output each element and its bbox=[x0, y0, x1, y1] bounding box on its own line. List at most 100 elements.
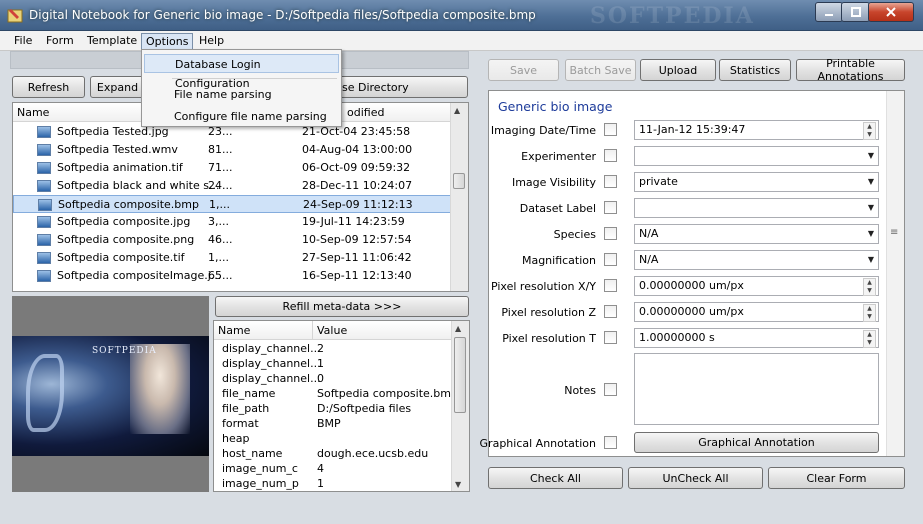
notes-label: Notes bbox=[564, 384, 596, 397]
file-row[interactable]: Softpedia composite.jpg 3,... 19-Jul-11 14… bbox=[13, 213, 453, 231]
pixel-resolution-xy-label: Pixel resolution X/Y bbox=[490, 280, 596, 293]
metadata-row[interactable]: display_channel... 0 bbox=[214, 371, 454, 386]
notes-textarea[interactable] bbox=[634, 353, 879, 425]
file-row[interactable]: Softpedia composite.png 46... 10-Sep-09 12… bbox=[13, 231, 453, 249]
refresh-button[interactable]: Refresh bbox=[12, 76, 85, 98]
uncheck-all-button[interactable]: UnCheck All bbox=[628, 467, 763, 489]
save-button[interactable]: Save bbox=[488, 59, 559, 81]
file-modified: 06-Oct-09 09:59:32 bbox=[302, 161, 411, 174]
form-scrollbar[interactable]: ≡ bbox=[886, 91, 904, 456]
meta-header-value[interactable]: Value bbox=[313, 321, 454, 340]
file-name: Softpedia composite.png bbox=[57, 233, 195, 246]
check-all-button[interactable]: Check All bbox=[488, 467, 623, 489]
maximize-button[interactable] bbox=[841, 2, 870, 22]
pixel-resolution-t-input[interactable]: 1.00000000 s bbox=[634, 328, 879, 348]
file-modified: 27-Sep-11 11:06:42 bbox=[302, 251, 412, 264]
file-size: 65... bbox=[208, 269, 233, 282]
metadata-key: format bbox=[222, 417, 259, 430]
file-row[interactable]: Softpedia composite.tif 1,... 27-Sep-11 11… bbox=[13, 249, 453, 267]
file-row[interactable]: Softpedia composite.bmp 1,... 24-Sep-09 11… bbox=[13, 195, 453, 213]
metadata-row[interactable]: heap bbox=[214, 431, 454, 446]
imaging-datetime-input[interactable]: 11-Jan-12 15:39:47 bbox=[634, 120, 879, 140]
file-list-scrollbar[interactable]: ▲ bbox=[450, 103, 468, 291]
printable-annotations-button[interactable]: Printable Annotations bbox=[796, 57, 905, 83]
scroll-thumb[interactable] bbox=[453, 173, 465, 189]
graphical-annotation-button[interactable]: Graphical Annotation bbox=[634, 432, 879, 453]
maximize-icon bbox=[850, 7, 861, 17]
image-file-icon bbox=[37, 144, 51, 156]
watermark: SOFTPEDIA bbox=[590, 3, 755, 29]
magnification-select[interactable]: N/A bbox=[634, 250, 879, 270]
scroll-down-icon[interactable]: ▼ bbox=[455, 480, 461, 489]
metadata-scrollbar[interactable]: ▲ ▼ bbox=[451, 321, 469, 491]
metadata-value: 1 bbox=[317, 357, 324, 370]
scroll-grip-icon[interactable]: ≡ bbox=[890, 227, 898, 238]
metadata-row[interactable]: image_num_p 1 bbox=[214, 476, 454, 491]
pixel-resolution-z-input[interactable]: 0.00000000 um/px bbox=[634, 302, 879, 322]
pixel-resolution-xy-input[interactable]: 0.00000000 um/px bbox=[634, 276, 879, 296]
dataset-label-checkbox[interactable] bbox=[604, 201, 617, 214]
scroll-thumb[interactable] bbox=[454, 337, 466, 413]
menu-item-file-name-parsing[interactable]: File name parsing bbox=[144, 85, 339, 104]
image-file-icon bbox=[38, 199, 52, 211]
species-select[interactable]: N/A bbox=[634, 224, 879, 244]
notes-checkbox[interactable] bbox=[604, 383, 617, 396]
species-label: Species bbox=[553, 228, 596, 241]
clear-form-button[interactable]: Clear Form bbox=[768, 467, 905, 489]
dataset-label-select[interactable] bbox=[634, 198, 879, 218]
image-visibility-checkbox[interactable] bbox=[604, 175, 617, 188]
file-row[interactable]: Softpedia black and white s... 24... 28-De… bbox=[13, 177, 453, 195]
menu-form[interactable]: Form bbox=[42, 33, 78, 49]
species-checkbox[interactable] bbox=[604, 227, 617, 240]
image-preview: SOFTPEDIA bbox=[12, 296, 209, 492]
file-modified: 16-Sep-11 12:13:40 bbox=[302, 269, 412, 282]
metadata-row[interactable]: image_num_c 4 bbox=[214, 461, 454, 476]
meta-header-name[interactable]: Name bbox=[214, 321, 313, 340]
metadata-key: display_channel... bbox=[222, 342, 321, 355]
scroll-up-icon[interactable]: ▲ bbox=[455, 324, 461, 333]
experimenter-select[interactable] bbox=[634, 146, 879, 166]
image-file-icon bbox=[37, 180, 51, 192]
metadata-row[interactable]: host_name dough.ece.ucsb.edu bbox=[214, 446, 454, 461]
metadata-value: Softpedia composite.bmp bbox=[317, 387, 458, 400]
statistics-button[interactable]: Statistics bbox=[719, 59, 791, 81]
pixel-resolution-xy-checkbox[interactable] bbox=[604, 279, 617, 292]
metadata-value: dough.ece.ucsb.edu bbox=[317, 447, 429, 460]
pixel-resolution-t-checkbox[interactable] bbox=[604, 331, 617, 344]
magnification-checkbox[interactable] bbox=[604, 253, 617, 266]
menu-item-database-login[interactable]: Database Login Configuration bbox=[144, 54, 339, 90]
close-button[interactable] bbox=[868, 2, 914, 22]
file-row[interactable]: Softpedia animation.tif 71... 06-Oct-09 09… bbox=[13, 159, 453, 177]
image-file-icon bbox=[37, 234, 51, 246]
imaging-datetime-checkbox[interactable] bbox=[604, 123, 617, 136]
graphical-annotation-checkbox[interactable] bbox=[604, 436, 617, 449]
file-row[interactable]: Softpedia compositeImage.j... 65... 16-Sep… bbox=[13, 267, 453, 285]
metadata-row[interactable]: display_channel... 2 bbox=[214, 341, 454, 356]
batch-save-button[interactable]: Batch Save bbox=[565, 59, 636, 81]
experimenter-checkbox[interactable] bbox=[604, 149, 617, 162]
minimize-button[interactable] bbox=[815, 2, 843, 22]
menu-item-configure-parsing[interactable]: Configure file name parsing bbox=[144, 107, 339, 126]
menu-template[interactable]: Template bbox=[83, 33, 141, 49]
file-modified: 10-Sep-09 12:57:54 bbox=[302, 233, 412, 246]
metadata-row[interactable]: file_name Softpedia composite.bmp bbox=[214, 386, 458, 401]
scroll-up-icon[interactable]: ▲ bbox=[454, 106, 460, 115]
metadata-row[interactable]: file_path D:/Softpedia files bbox=[214, 401, 454, 416]
preview-image: SOFTPEDIA bbox=[12, 336, 209, 456]
file-row[interactable]: Softpedia Tested.wmv 81... 04-Aug-04 13:00… bbox=[13, 141, 453, 159]
file-size: 24... bbox=[208, 179, 233, 192]
metadata-row[interactable]: display_channel... 1 bbox=[214, 356, 454, 371]
menu-help[interactable]: Help bbox=[195, 33, 228, 49]
expand-button[interactable]: Expand bbox=[90, 76, 145, 98]
form-title: Generic bio image bbox=[498, 99, 613, 114]
metadata-key: display_channel... bbox=[222, 372, 321, 385]
metadata-value: 0 bbox=[317, 372, 324, 385]
file-size: 46... bbox=[208, 233, 233, 246]
file-name: Softpedia animation.tif bbox=[57, 161, 183, 174]
metadata-row[interactable]: format BMP bbox=[214, 416, 454, 431]
pixel-resolution-z-checkbox[interactable] bbox=[604, 305, 617, 318]
menu-file[interactable]: File bbox=[10, 33, 36, 49]
image-visibility-select[interactable]: private bbox=[634, 172, 879, 192]
upload-button[interactable]: Upload bbox=[640, 59, 716, 81]
refill-metadata-button[interactable]: Refill meta-data >>> bbox=[215, 296, 469, 317]
